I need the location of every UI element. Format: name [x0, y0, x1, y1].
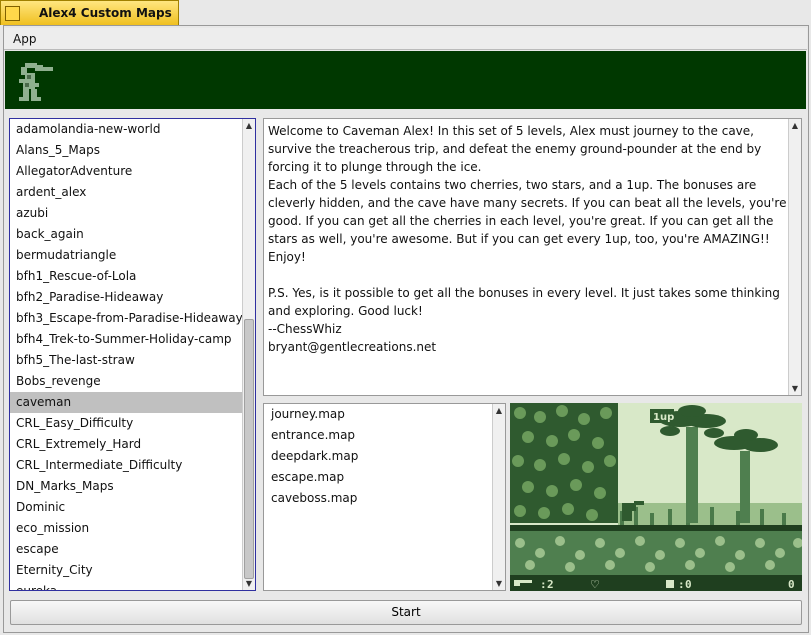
- description-text: Welcome to Caveman Alex! In this set of …: [268, 124, 787, 354]
- window-menu-icon[interactable]: [5, 6, 20, 21]
- preview-score: 0: [788, 578, 795, 591]
- map-set-item[interactable]: CRL_Extremely_Hard: [10, 434, 242, 455]
- title-bar: Alex4 Custom Maps: [0, 0, 811, 25]
- alex-logo-icon: [19, 63, 53, 101]
- map-set-items: adamolandia-new-world Alans_5_Maps Allegat…: [10, 119, 243, 590]
- map-set-item[interactable]: Dominic: [10, 497, 242, 518]
- level-preview: 1up : 2 ♡ : 0 0: [510, 403, 802, 591]
- svg-text::: :: [678, 578, 685, 591]
- start-button[interactable]: Start: [10, 600, 802, 625]
- map-file-item[interactable]: escape.map: [264, 467, 492, 488]
- map-set-item[interactable]: CRL_Easy_Difficulty: [10, 413, 242, 434]
- map-file-item[interactable]: journey.map: [264, 404, 492, 425]
- map-file-list[interactable]: journey.map entrance.map deepdark.map escap…: [263, 403, 506, 591]
- map-set-item[interactable]: bfh2_Paradise-Hideaway: [10, 287, 242, 308]
- window-title: Alex4 Custom Maps: [39, 6, 172, 20]
- preview-lives: 2: [547, 578, 554, 591]
- window-title-tab[interactable]: Alex4 Custom Maps: [0, 0, 179, 25]
- heart-icon: ♡: [590, 578, 600, 591]
- map-set-item[interactable]: escape: [10, 539, 242, 560]
- scroll-up-icon[interactable]: ▲: [789, 119, 801, 132]
- map-set-item[interactable]: back_again: [10, 224, 242, 245]
- map-set-item[interactable]: caveman: [10, 392, 242, 413]
- map-set-item[interactable]: Alans_5_Maps: [10, 140, 242, 161]
- map-set-item[interactable]: eco_mission: [10, 518, 242, 539]
- menu-bar: App: [4, 28, 807, 50]
- map-set-item[interactable]: CRL_Intermediate_Difficulty: [10, 455, 242, 476]
- banner: [5, 51, 806, 109]
- scroll-down-icon[interactable]: ▼: [243, 577, 255, 590]
- scroll-up-icon[interactable]: ▲: [243, 119, 255, 132]
- preview-stones: 0: [685, 578, 692, 591]
- map-file-item[interactable]: entrance.map: [264, 425, 492, 446]
- map-file-item[interactable]: deepdark.map: [264, 446, 492, 467]
- map-set-item[interactable]: bfh3_Escape-from-Paradise-Hideaway: [10, 308, 243, 329]
- map-set-item[interactable]: Eternity_City: [10, 560, 242, 581]
- map-set-item[interactable]: bfh5_The-last-straw: [10, 350, 242, 371]
- map-set-item[interactable]: bfh1_Rescue-of-Lola: [10, 266, 242, 287]
- map-set-item[interactable]: AllegatorAdventure: [10, 161, 242, 182]
- map-set-item[interactable]: adamolandia-new-world: [10, 119, 242, 140]
- level-preview-image: 1up : 2 ♡ : 0 0: [510, 403, 802, 591]
- map-set-item[interactable]: azubi: [10, 203, 242, 224]
- map-file-scrollbar[interactable]: ▲ ▼: [492, 404, 505, 590]
- scroll-down-icon[interactable]: ▼: [789, 382, 801, 395]
- map-file-item[interactable]: caveboss.map: [264, 488, 492, 509]
- map-set-item[interactable]: bermudatriangle: [10, 245, 242, 266]
- map-file-items: journey.map entrance.map deepdark.map escap…: [264, 404, 492, 509]
- map-set-item[interactable]: ardent_alex: [10, 182, 242, 203]
- description-scrollbar[interactable]: ▲ ▼: [788, 119, 801, 395]
- description-panel[interactable]: Welcome to Caveman Alex! In this set of …: [263, 118, 802, 396]
- map-set-scrollbar[interactable]: ▲ ▼: [242, 119, 255, 590]
- scroll-up-icon[interactable]: ▲: [493, 404, 505, 417]
- svg-text::: :: [540, 578, 547, 591]
- map-set-list[interactable]: adamolandia-new-world Alans_5_Maps Allegat…: [9, 118, 256, 591]
- preview-1up: 1up: [653, 412, 674, 423]
- map-set-item[interactable]: bfh4_Trek-to-Summer-Holiday-camp: [10, 329, 242, 350]
- menu-app[interactable]: App: [13, 32, 36, 46]
- map-set-item[interactable]: eureka: [10, 581, 242, 590]
- scroll-down-icon[interactable]: ▼: [493, 577, 505, 590]
- map-set-item[interactable]: DN_Marks_Maps: [10, 476, 242, 497]
- map-set-item[interactable]: Bobs_revenge: [10, 371, 242, 392]
- scroll-thumb[interactable]: [244, 319, 254, 579]
